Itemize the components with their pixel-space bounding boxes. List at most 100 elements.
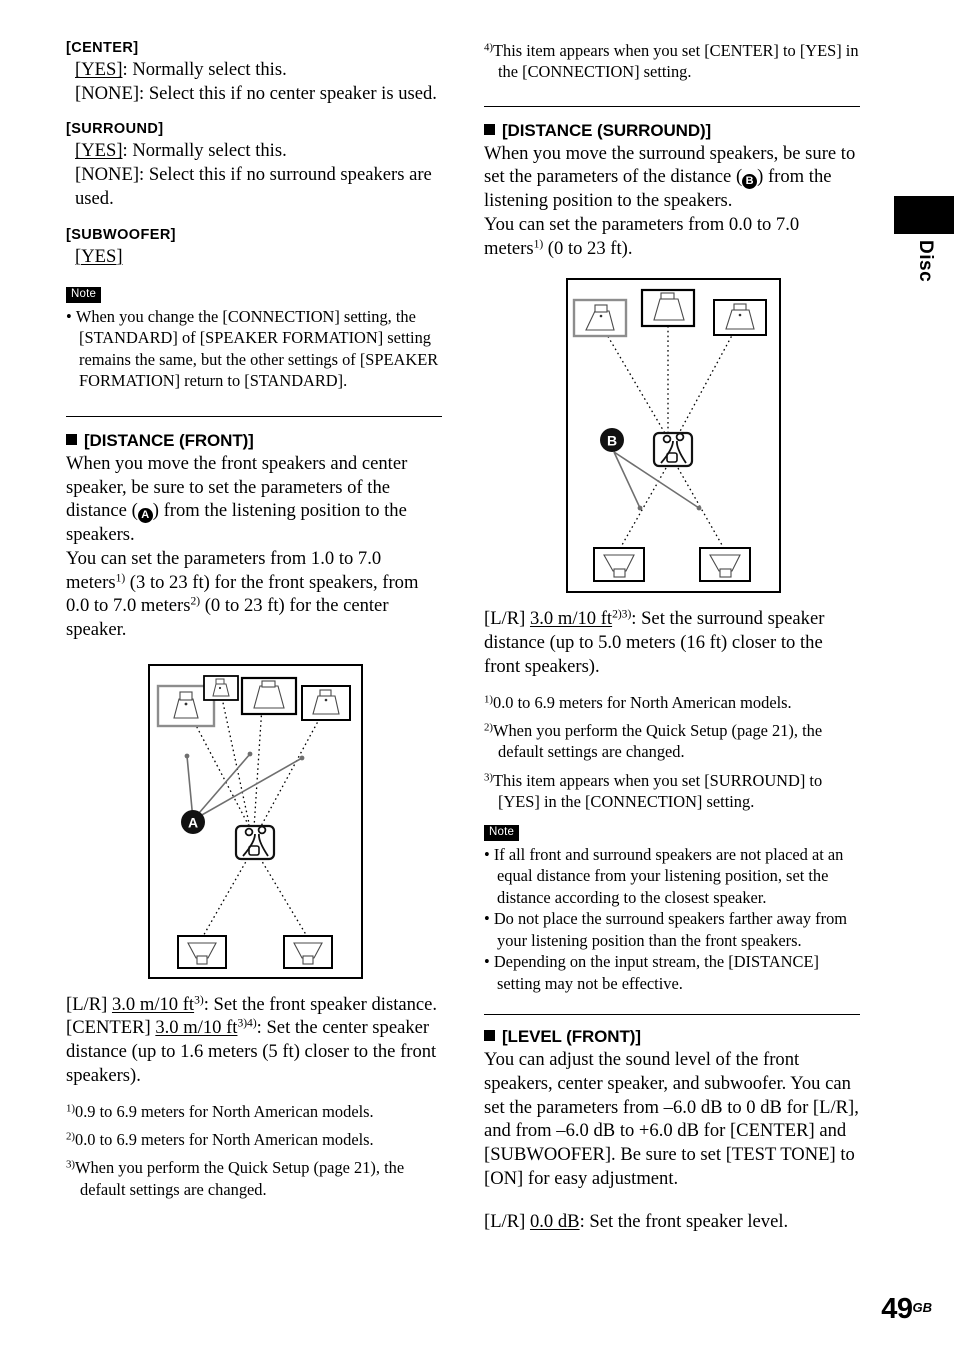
footnote: 2)0.0 to 6.9 meters for North American m… xyxy=(66,1129,442,1150)
surround-yes-line: [YES]: Normally select this. xyxy=(66,139,442,163)
center-speaker-small-icon xyxy=(203,674,239,701)
front-left-speaker-icon xyxy=(572,299,628,338)
footnote-text: This item appears when you set [SURROUND… xyxy=(493,770,823,811)
lf-lr-label: [L/R] xyxy=(484,1211,530,1233)
ds-lr-line: [L/R] 3.0 m/10 ft2)3): Set the surround … xyxy=(484,607,860,678)
footnote-marker: 1) xyxy=(484,693,494,706)
df-sup2: 2) xyxy=(190,595,201,608)
bullet-square-icon xyxy=(484,1030,495,1042)
footnote-text: When you perform the Quick Setup (page 2… xyxy=(493,720,823,762)
lf-lr-rest: : Set the front speaker level. xyxy=(579,1211,789,1233)
side-tab-label: Disc xyxy=(915,240,936,283)
distance-surround-heading: [DISTANCE (SURROUND)] xyxy=(484,121,860,141)
level-front-para1: You can adjust the sound level of the fr… xyxy=(484,1049,859,1189)
footnote-marker: 3) xyxy=(66,1158,76,1171)
ds-lr-label: [L/R] xyxy=(484,608,530,630)
diagram-surround-svg: B xyxy=(572,289,767,583)
marker-a-diagram-icon: A xyxy=(181,809,205,834)
svg-text:B: B xyxy=(607,433,617,449)
right-note-list: If all front and surround speakers are n… xyxy=(484,844,860,994)
right-column: 4)This item appears when you set [CENTER… xyxy=(484,40,860,1234)
surround-none-line: [NONE]: Select this if no surround speak… xyxy=(75,164,432,209)
footnote-marker: 4) xyxy=(484,41,494,54)
df-center-value: 3.0 m/10 ft xyxy=(155,1017,238,1039)
center-speaker-icon xyxy=(240,676,298,715)
section-surround: [SURROUND] [YES]: Normally select this. … xyxy=(66,121,442,210)
center-yes-line: [YES]: Normally select this. xyxy=(66,58,442,82)
diagram-front-svg: A xyxy=(156,674,351,969)
footnote-top: 4)This item appears when you set [CENTER… xyxy=(484,40,860,83)
surround-yes-rest: : Normally select this. xyxy=(122,140,287,162)
center-yes-rest: : Normally select this. xyxy=(122,59,287,80)
listening-position-icon xyxy=(234,824,276,860)
df-center-sup: 3)4) xyxy=(237,1018,257,1031)
front-right-speaker-icon xyxy=(713,299,767,337)
footnote-marker: 2) xyxy=(66,1130,76,1143)
center-heading: [CENTER] xyxy=(66,40,139,56)
section-subwoofer: [SUBWOOFER] [YES] xyxy=(66,227,442,269)
distance-surround-heading-text: [DISTANCE (SURROUND)] xyxy=(502,120,712,140)
level-front-heading: [LEVEL (FRONT)] xyxy=(484,1027,860,1047)
center-speaker-icon xyxy=(640,289,696,328)
distance-front-para2: You can set the parameters from 1.0 to 7… xyxy=(66,547,442,642)
surround-left-speaker-icon xyxy=(177,934,227,969)
left-note-list: When you change the [CONNECTION] setting… xyxy=(66,306,442,392)
df-lr-sup: 3) xyxy=(194,994,204,1007)
bullet-square-icon xyxy=(66,433,77,445)
left-column: [CENTER] [YES]: Normally select this. [N… xyxy=(66,40,442,1207)
ds-lr-sup: 2)3) xyxy=(612,609,632,622)
footnote-marker: 2) xyxy=(484,721,494,734)
ds-sup: 1) xyxy=(533,238,544,251)
section-center: [CENTER] [YES]: Normally select this. [N… xyxy=(66,40,442,105)
surround-heading: [SURROUND] xyxy=(66,121,164,138)
bullet-square-icon xyxy=(484,123,495,135)
surround-right-speaker-icon xyxy=(283,934,333,969)
section-divider xyxy=(484,1014,860,1016)
section-divider xyxy=(66,415,442,417)
level-front-lr-line: [L/R] 0.0 dB: Set the front speaker leve… xyxy=(484,1210,860,1234)
marker-b-diagram-icon: B xyxy=(600,428,624,453)
subwoofer-value-line: [YES] xyxy=(66,245,442,269)
df-lr-label: [L/R] xyxy=(66,993,112,1015)
level-front-heading-text: [LEVEL (FRONT)] xyxy=(502,1027,641,1047)
center-yes-value: [YES] xyxy=(75,59,123,80)
footnote: 2)When you perform the Quick Setup (page… xyxy=(484,720,860,763)
footnote: 3)When you perform the Quick Setup (page… xyxy=(66,1157,442,1200)
right-note-block: Note If all front and surround speakers … xyxy=(484,822,860,994)
left-footnotes: 1)0.9 to 6.9 meters for North American m… xyxy=(66,1101,442,1200)
ds-para2: You can set the parameters from 0.0 to 7… xyxy=(484,213,860,260)
ds-lr-value: 3.0 m/10 ft xyxy=(529,608,613,630)
right-divider-wrap-2 xyxy=(484,1014,860,1016)
front-right-speaker-icon xyxy=(301,684,351,721)
note-item: When you change the [CONNECTION] setting… xyxy=(66,306,442,392)
footnote-text: 0.0 to 6.9 meters for North American mod… xyxy=(75,1129,374,1149)
footnote: 3)This item appears when you set [SURROU… xyxy=(484,770,860,813)
listening-position-icon xyxy=(652,432,694,468)
page-number-suffix: GB xyxy=(912,1300,933,1315)
note-item: Depending on the input stream, the [DIST… xyxy=(484,951,860,994)
page-number-value: 49 xyxy=(881,1293,913,1325)
subwoofer-value: [YES] xyxy=(75,245,123,267)
left-note-block: Note When you change the [CONNECTION] se… xyxy=(66,284,442,392)
df-center-label: [CENTER] xyxy=(66,1017,156,1039)
footnote-marker: 3) xyxy=(484,771,494,784)
df-sup1: 1) xyxy=(115,572,126,585)
df-lr-rest: : Set the front speaker distance. xyxy=(203,993,438,1015)
side-tab-block xyxy=(894,196,954,234)
df-lr-line: [L/R] 3.0 m/10 ft3): Set the front speak… xyxy=(66,993,442,1017)
note-item: Do not place the surround speakers farth… xyxy=(484,908,860,951)
footnote-text: When you perform the Quick Setup (page 2… xyxy=(75,1158,405,1199)
note-item: If all front and surround speakers are n… xyxy=(484,844,860,908)
distance-front-heading-text: [DISTANCE (FRONT)] xyxy=(84,430,254,450)
speaker-layout-diagram-surround: B xyxy=(566,278,781,594)
right-footnotes: 1)0.0 to 6.9 meters for North American m… xyxy=(484,692,860,813)
ds-para1: When you move the surround speakers, be … xyxy=(484,142,860,213)
df-center-line: [CENTER] 3.0 m/10 ft3)4): Set the center… xyxy=(66,1016,442,1087)
footnote-text: 0.0 to 6.9 meters for North American mod… xyxy=(493,692,792,712)
section-level-front: [LEVEL (FRONT)] You can adjust the sound… xyxy=(484,1027,860,1234)
subwoofer-heading: [SUBWOOFER] xyxy=(66,226,176,243)
surround-yes-value: [YES] xyxy=(75,140,123,162)
footnote-marker: 1) xyxy=(66,1102,76,1115)
df-lr-value: 3.0 m/10 ft xyxy=(111,993,195,1015)
marker-b-icon: B xyxy=(742,174,758,190)
